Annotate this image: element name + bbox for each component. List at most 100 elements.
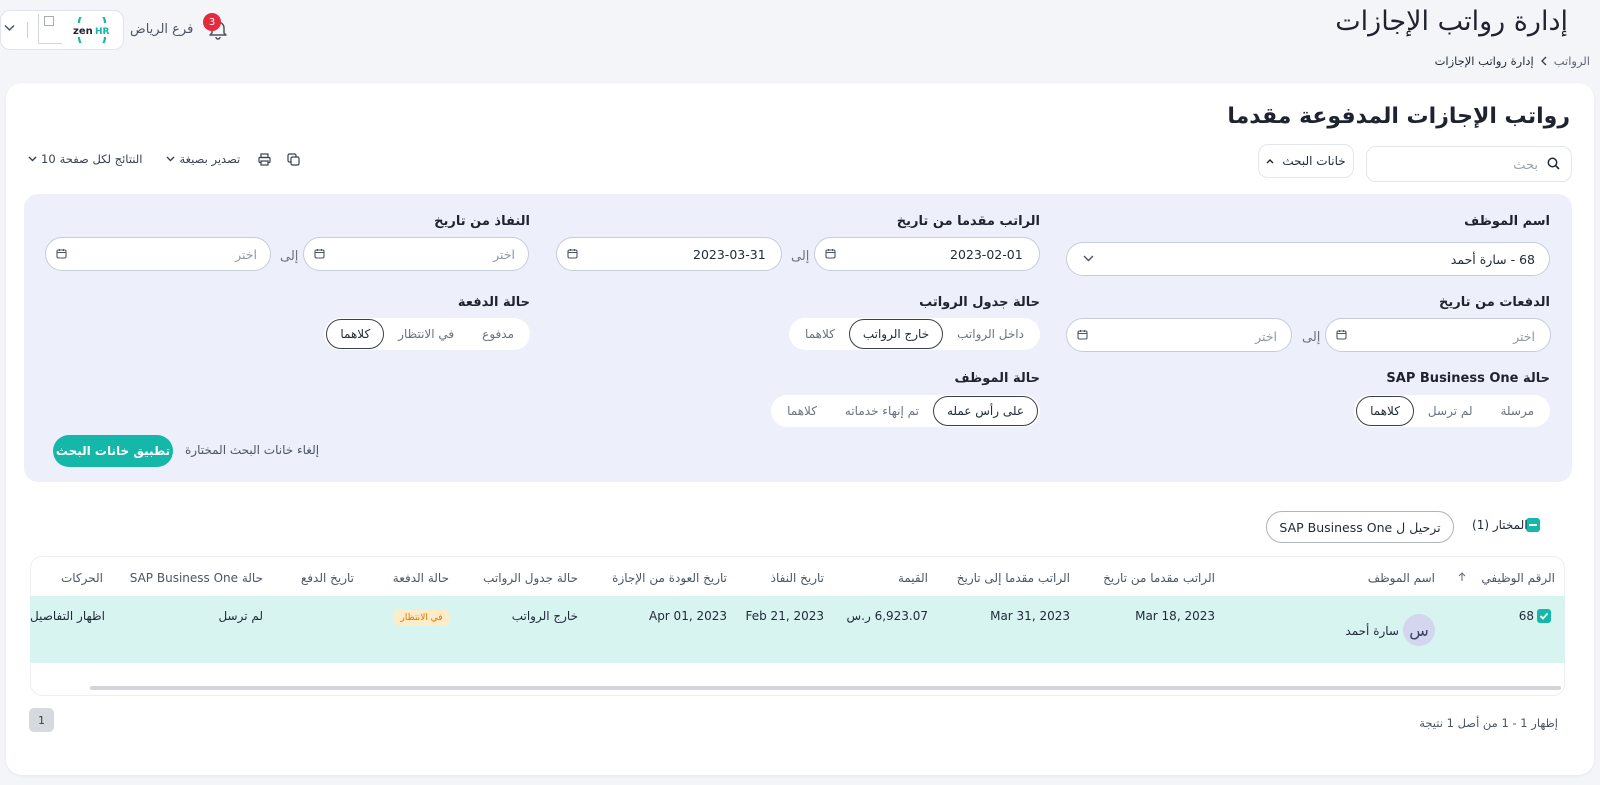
apply-filters-button[interactable]: تطبيق خانات البحث [53,435,173,467]
cell-employee-name[interactable]: سارة أحمد [1345,624,1399,638]
payment-status-option-paid[interactable]: مدفوع [468,319,528,349]
breadcrumb: الرواتب إدارة رواتب الإجازات [1435,52,1590,70]
copy-icon[interactable] [287,152,300,166]
payment-status-option-both[interactable]: كلاهما [326,319,385,349]
payments-date-to-placeholder: اختر [1255,329,1277,344]
filters-button-label: خانات البحث [1282,154,1346,168]
advance-date-to-value: 2023-03-31 [693,247,766,262]
chevron-left-icon [1540,56,1547,66]
page-title: إدارة رواتب الإجازات [1335,6,1568,37]
row-checkbox[interactable] [1537,609,1551,623]
payroll-status-option-both[interactable]: كلاهما [791,319,849,349]
breadcrumb-item-payroll[interactable]: الرواتب [1554,54,1590,68]
column-payroll-status[interactable]: حالة جدول الرواتب [483,571,578,585]
horizontal-scrollbar[interactable] [90,686,1561,690]
employee-status-option-both[interactable]: كلاهما [773,396,831,426]
status-badge: في الانتظار [394,610,449,625]
select-all-checkbox[interactable] [1526,518,1540,532]
cell-advance-to: Mar 31, 2023 [990,609,1070,623]
chevron-down-icon[interactable] [4,24,15,32]
cell-payroll-status: خارج الرواتب [511,609,578,623]
effective-date-label: النفاذ من تاريخ [434,214,530,229]
branch-name[interactable]: فرع الرياض [130,22,193,37]
payment-status-toggle: مدفوع في الانتظار كلاهما [324,318,530,350]
calendar-icon [56,248,67,259]
cell-return-date: Apr 01, 2023 [648,609,727,623]
chevron-down-icon [1083,255,1094,262]
sort-arrow-icon[interactable] [1458,572,1466,582]
print-icon[interactable] [258,152,271,166]
calendar-icon [825,248,836,259]
effective-date-to-placeholder: اختر [235,247,257,262]
chevron-down-icon [28,156,37,162]
column-employee-id[interactable]: الرقم الوظيفي [1481,571,1555,585]
sap-status-option-both[interactable]: كلاهما [1356,396,1414,426]
calendar-icon [1077,329,1088,340]
cell-effective-date: Feb 21, 2023 [745,609,825,623]
payments-date-from-placeholder: اختر [1513,329,1535,344]
filters-toggle-button[interactable]: خانات البحث [1258,144,1354,178]
selected-count-label: المختار (1) [1472,518,1528,532]
per-page-select[interactable]: 10 النتائج لكل صفحة [28,152,142,166]
advance-date-to-label: إلى [791,249,810,264]
column-employee-name[interactable]: اسم الموظف [1368,571,1435,585]
column-sap-status[interactable]: حالة SAP Business One [130,571,263,585]
payroll-status-option-outside[interactable]: خارج الرواتب [848,319,944,349]
payments-date-label: الدفعات من تاريخ [1439,295,1550,310]
employee-status-toggle: على رأس عمله تم إنهاء خدماته كلاهما [771,395,1040,427]
cell-amount: 6,923.07 ر.س [846,609,928,623]
chevron-down-icon [166,156,175,162]
search-placeholder: بحث [1513,158,1538,173]
user-avatar-image[interactable] [38,14,62,44]
svg-text:zen: zen [73,26,93,37]
calendar-icon [314,248,325,259]
clear-filters-link[interactable]: إلغاء خانات البحث المختارة [185,443,319,457]
payments-date-to-label: إلى [1302,330,1321,345]
column-actions: الحركات [60,571,103,585]
payroll-status-option-inside[interactable]: داخل الرواتب [943,319,1038,349]
table-toolbar: 10 النتائج لكل صفحة تصدير بصيغة [28,150,300,168]
payment-status-label: حالة الدفعة [457,295,530,310]
sap-status-option-sent[interactable]: مرسلة [1486,396,1548,426]
employee-status-option-terminated[interactable]: تم إنهاء خدماته [831,396,933,426]
zenhr-logo: zen HR [70,17,114,43]
effective-date-from-placeholder: اختر [493,247,515,262]
search-icon [1547,157,1560,170]
show-details-link[interactable]: اظهار التفاصيل [30,609,105,623]
breadcrumb-item-current: إدارة رواتب الإجازات [1434,54,1534,68]
payroll-status-label: حالة جدول الرواتب [919,295,1040,310]
column-advance-to[interactable]: الراتب مقدما إلى تاريخ [957,571,1070,585]
export-label: تصدير بصيغة [179,152,241,166]
notification-badge: 3 [203,13,221,31]
column-payment-date[interactable]: تاريخ الدفع [301,571,354,585]
divider [27,22,28,38]
column-effective-date[interactable]: تاريخ النفاذ [771,571,824,585]
cell-employee-id: 68 [1518,609,1534,623]
sap-status-toggle: مرسلة لم ترسل كلاهما [1354,395,1550,427]
employee-name-label: اسم الموظف [1464,214,1550,229]
sap-status-label: حالة SAP Business One [1386,371,1550,386]
payment-status-option-pending[interactable]: في الانتظار [384,319,468,349]
column-amount[interactable]: القيمة [898,571,928,585]
employee-status-option-active[interactable]: على رأس عمله [932,396,1038,426]
advance-date-from-value: 2023-02-01 [950,247,1023,262]
cell-advance-from: Mar 18, 2023 [1135,609,1215,623]
avatar: س [1403,614,1435,646]
search-input[interactable] [1366,146,1572,182]
effective-date-to-label: إلى [280,249,299,264]
export-dropdown[interactable]: تصدير بصيغة [166,152,240,166]
result-info: إظهار 1 - 1 من أصل 1 نتيجة [1419,716,1558,730]
page-button-1[interactable]: 1 [29,708,54,732]
per-page-label: النتائج لكل صفحة [59,152,143,166]
employee-name-value: 68 - سارة أحمد [1450,252,1535,267]
column-payment-status[interactable]: حالة الدفعة [393,571,449,585]
post-to-sap-button[interactable]: ترحيل ل SAP Business One [1266,511,1454,543]
per-page-value: 10 [41,152,56,166]
calendar-icon [1336,329,1347,340]
column-return-date[interactable]: تاريخ العودة من الإجازة [612,571,727,585]
check-icon [1539,612,1549,620]
column-advance-from[interactable]: الراتب مقدما من تاريخ [1103,571,1215,585]
sap-status-option-not-sent[interactable]: لم ترسل [1414,396,1487,426]
chevron-up-icon [1266,159,1274,164]
table-row [30,596,1565,663]
